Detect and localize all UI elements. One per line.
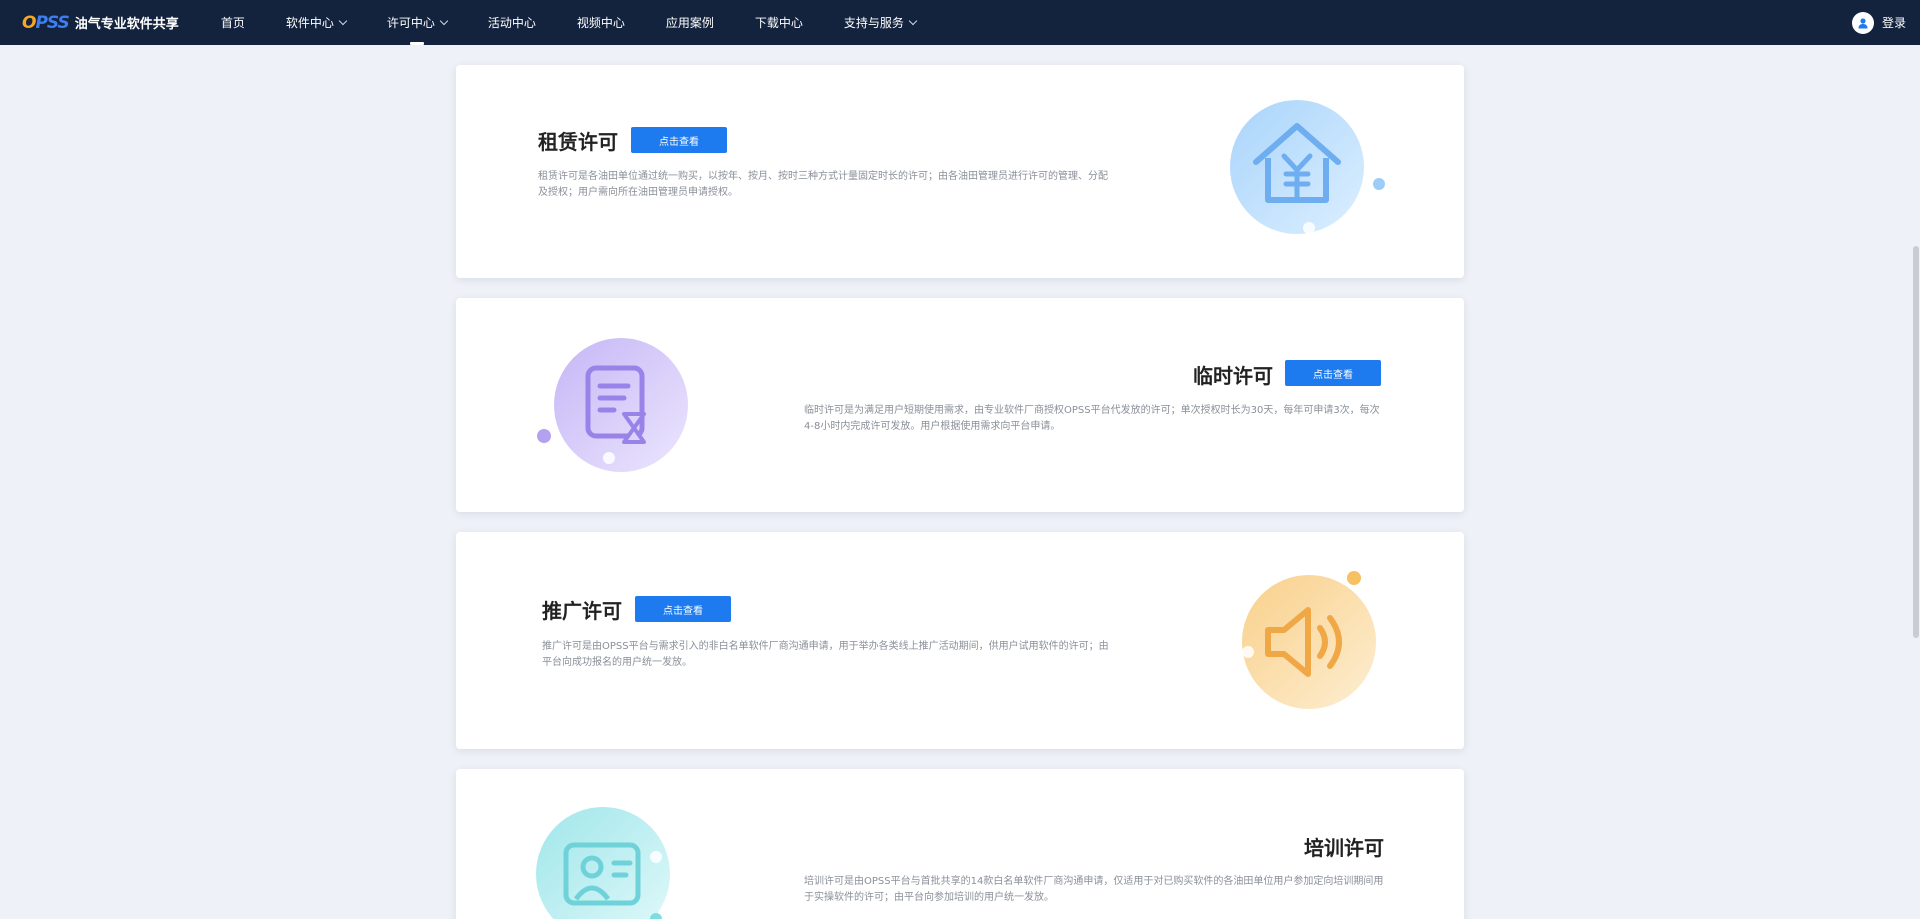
house-yen-icon [1226,100,1396,254]
nav-item-3[interactable]: 活动中心 [484,0,540,45]
chevron-down-icon [439,16,449,26]
chevron-down-icon [908,16,918,26]
nav-item-6[interactable]: 下载中心 [751,0,807,45]
chevron-down-icon [338,16,348,26]
login-button[interactable]: 登录 [1851,0,1906,45]
speaker-icon [1236,568,1406,722]
id-card-icon [536,807,696,919]
card-description: 推广许可是由OPSS平台与需求引入的非白名单软件厂商沟通申请，用于举办各类线上推… [542,641,1109,668]
view-button[interactable]: 点击查看 [635,596,731,622]
opss-logo-mark: OPSS [22,12,70,33]
card-description: 临时许可是为满足用户短期使用需求，由专业软件厂商授权OPSS平台代发放的许可；单… [804,405,1380,432]
card-title: 临时许可 [1193,364,1273,388]
login-label: 登录 [1881,16,1906,30]
view-button[interactable]: 点击查看 [1285,360,1381,386]
logo[interactable]: OPSS 油气专业软件共享 [22,13,179,33]
nav-item-7[interactable]: 支持与服务 [840,0,920,45]
nav-item-label: 下载中心 [754,16,803,30]
top-navbar: OPSS 油气专业软件共享 首页 软件中心 许可中心 活动中心 视频中心 应用案例 下载中心… [0,0,1920,45]
nav-item-label: 支持与服务 [843,16,904,30]
nav-item-label: 视频中心 [576,16,625,30]
nav-item-label: 许可中心 [386,16,435,30]
main-nav: 首页 软件中心 许可中心 活动中心 视频中心 应用案例 下载中心 支持与服务 [217,0,953,45]
license-card-rental: 租赁许可 点击查看 租赁许可是各油田单位通过统一购买，以按年、按月、按时三种方式… [456,65,1464,278]
card-title: 培训许可 [1304,836,1384,860]
site-title: 油气专业软件共享 [74,17,179,32]
card-description: 租赁许可是各油田单位通过统一购买，以按年、按月、按时三种方式计量固定时长的许可；… [538,171,1108,198]
nav-item-1[interactable]: 软件中心 [282,0,350,45]
nav-item-label: 首页 [220,16,245,30]
nav-item-0[interactable]: 首页 [217,0,249,45]
scrollbar-thumb[interactable] [1913,246,1919,638]
license-card-promotion: 推广许可 点击查看 推广许可是由OPSS平台与需求引入的非白名单软件厂商沟通申请… [456,532,1464,749]
nav-item-5[interactable]: 应用案例 [662,0,718,45]
nav-item-4[interactable]: 视频中心 [573,0,629,45]
license-card-temporary: 临时许可 点击查看 临时许可是为满足用户短期使用需求，由专业软件厂商授权OPSS… [456,298,1464,512]
nav-item-label: 应用案例 [665,16,714,30]
document-hourglass-icon [536,338,696,482]
nav-item-2[interactable]: 许可中心 [383,0,451,45]
card-title: 租赁许可 [538,130,618,154]
card-title: 推广许可 [542,599,622,623]
page-scrollbar[interactable] [1912,45,1920,919]
nav-item-label: 软件中心 [285,16,334,30]
view-button[interactable]: 点击查看 [631,127,727,153]
card-description: 培训许可是由OPSS平台与首批共享的14款白名单软件厂商沟通申请，仅适用于对已购… [804,876,1384,903]
license-card-training: 培训许可 培训许可是由OPSS平台与首批共享的14款白名单软件厂商沟通申请，仅适… [456,769,1464,919]
user-avatar-icon [1851,11,1874,34]
nav-item-label: 活动中心 [487,16,536,30]
